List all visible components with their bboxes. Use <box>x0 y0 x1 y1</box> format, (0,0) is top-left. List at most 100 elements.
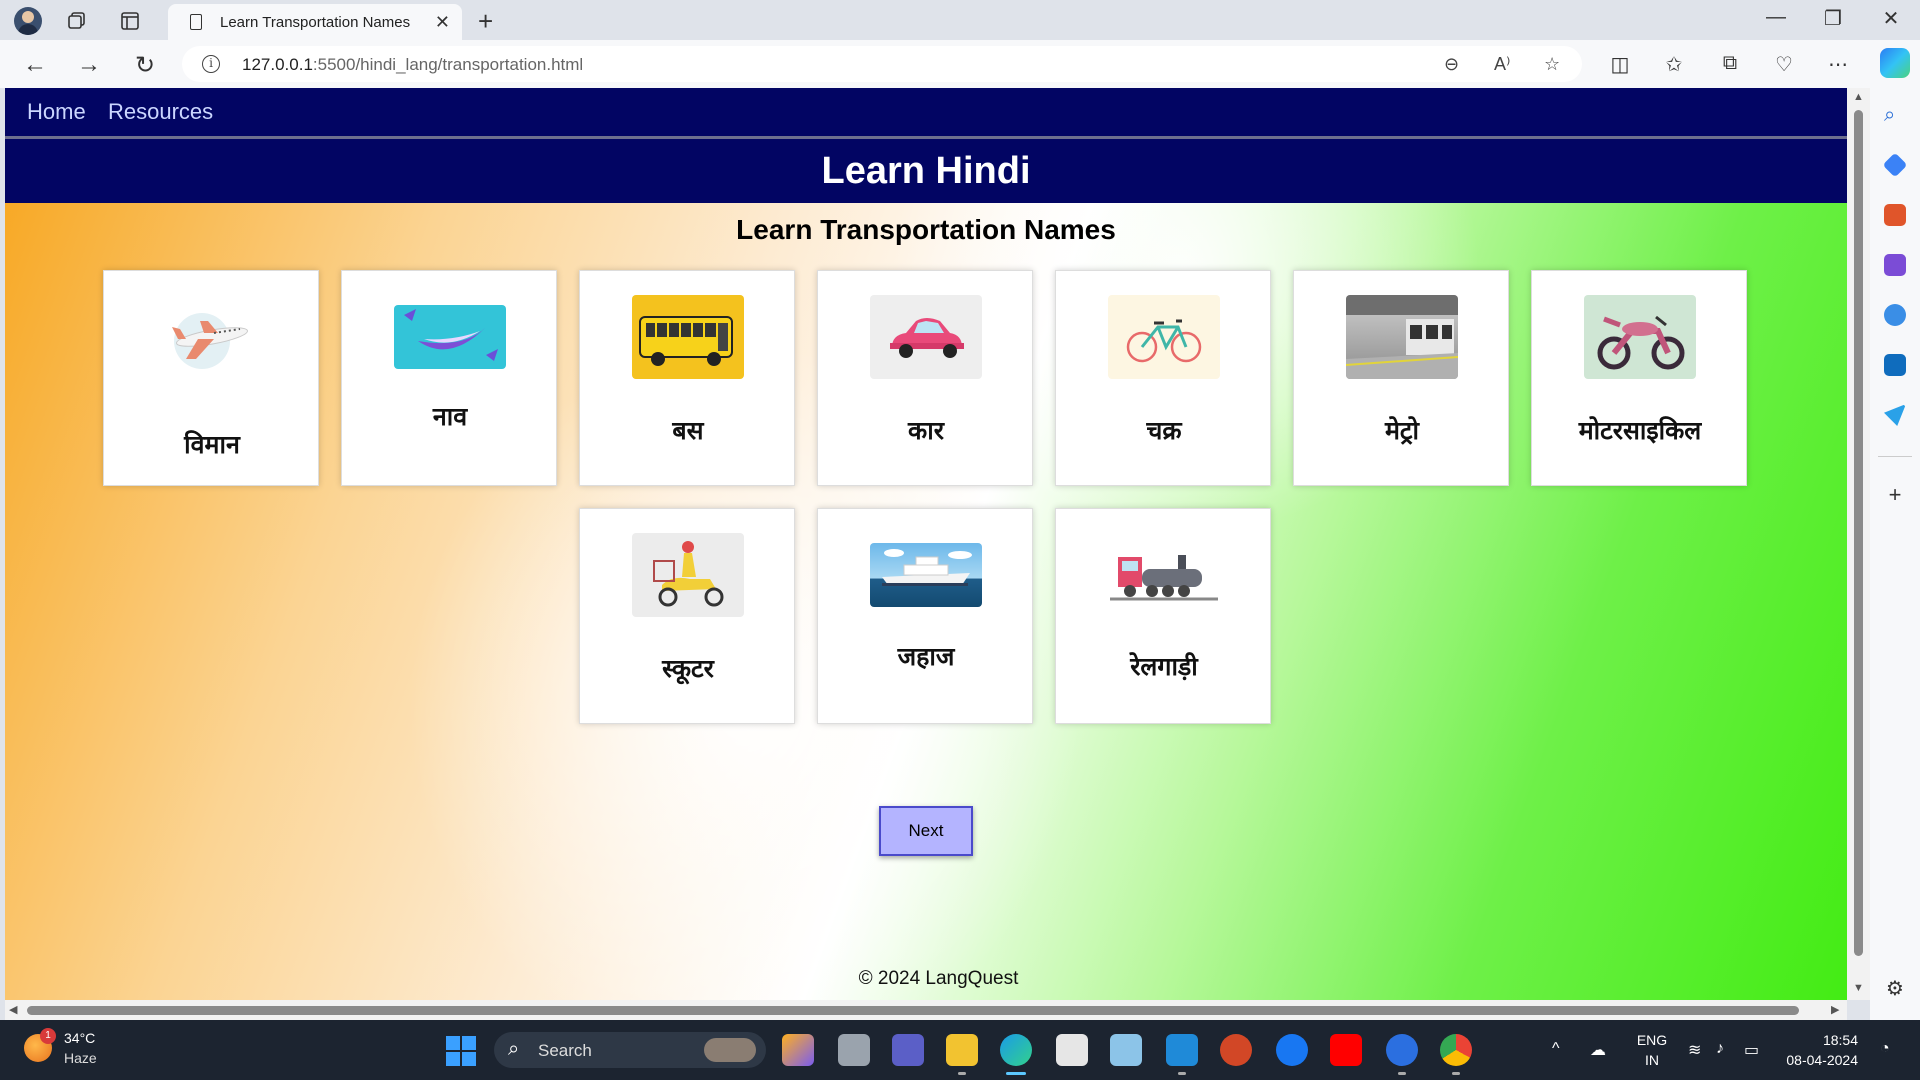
forward-icon[interactable]: → <box>74 50 104 80</box>
tab-active[interactable]: Learn Transportation Names ✕ <box>168 4 462 40</box>
workspaces-icon[interactable] <box>62 6 92 36</box>
refresh-icon[interactable]: ↻ <box>130 50 160 80</box>
page-icon <box>190 14 202 30</box>
card-motorcycle[interactable]: मोटरसाइकिल <box>1531 270 1747 486</box>
tools-icon[interactable] <box>1884 204 1906 226</box>
taskbar-search[interactable]: ⌕ Search <box>494 1032 766 1068</box>
volume-icon[interactable]: ♪ <box>1716 1040 1724 1058</box>
vertical-scroll-thumb[interactable] <box>1854 110 1863 956</box>
site-banner: Learn Hindi <box>5 139 1847 203</box>
vscode-icon[interactable] <box>1166 1034 1198 1066</box>
sidebar-divider <box>1878 456 1912 457</box>
edge-icon[interactable] <box>1000 1034 1032 1066</box>
horizontal-scroll-thumb[interactable] <box>27 1006 1799 1015</box>
input-language[interactable]: ENG IN <box>1634 1030 1670 1070</box>
start-icon[interactable] <box>446 1036 476 1066</box>
chrome-icon[interactable] <box>1440 1034 1472 1066</box>
notification-icon[interactable]: ◔ <box>1880 1040 1890 1058</box>
task-view-icon[interactable] <box>838 1034 870 1066</box>
add-icon[interactable]: + <box>1884 484 1906 506</box>
scroll-left-icon[interactable]: ◀ <box>9 1003 17 1016</box>
file-explorer-icon[interactable] <box>946 1034 978 1066</box>
back-icon[interactable]: ← <box>20 50 50 80</box>
close-window-icon[interactable]: ✕ <box>1871 6 1911 31</box>
wifi-icon[interactable]: ≋ <box>1688 1040 1701 1060</box>
collections-icon[interactable]: ⧉ <box>1716 52 1744 75</box>
running-indicator <box>958 1072 966 1075</box>
battery-icon[interactable]: ▭ <box>1744 1040 1759 1060</box>
settings-icon[interactable]: ⚙ <box>1884 978 1906 1000</box>
nav-resources-link[interactable]: Resources <box>108 99 213 125</box>
read-aloud-icon[interactable]: A⁾ <box>1494 54 1510 75</box>
address-bar[interactable]: i 127.0.0.1:5500/hindi_lang/transportati… <box>182 46 1582 82</box>
card-bus[interactable]: बस <box>579 270 795 486</box>
youtube-icon[interactable] <box>1330 1034 1362 1066</box>
favorites-icon[interactable]: ✩ <box>1660 52 1688 77</box>
browser-essentials-icon[interactable]: ♡ <box>1770 52 1798 77</box>
scroll-right-icon[interactable]: ▶ <box>1831 1003 1839 1016</box>
profile-avatar[interactable] <box>13 6 43 36</box>
nav-home-link[interactable]: Home <box>27 99 86 125</box>
card-label: स्कूटर <box>662 654 714 683</box>
bus-image <box>632 295 744 379</box>
teams-icon[interactable] <box>892 1034 924 1066</box>
system-clock[interactable]: 18:54 08-04-2024 <box>1778 1030 1858 1070</box>
bicycle-image <box>1108 295 1220 379</box>
card-ship[interactable]: जहाज <box>817 508 1033 724</box>
card-metro[interactable]: मेट्रो <box>1293 270 1509 486</box>
more-menu-icon[interactable]: ⋯ <box>1824 52 1852 77</box>
card-label: विमान <box>184 430 240 459</box>
zoom-icon[interactable]: ⊖ <box>1444 54 1459 75</box>
microsoft365-icon[interactable] <box>1884 304 1906 326</box>
weather-temperature[interactable]: 34°C <box>64 1030 95 1046</box>
windows-taskbar: 1 34°C Haze ⌕ Search ^ ☁ ENG IN ≋ ♪ ▭ 18:… <box>0 1020 1920 1080</box>
scroll-down-icon[interactable]: ▼ <box>1853 982 1864 994</box>
shopping-icon[interactable] <box>1882 152 1908 178</box>
card-scooter[interactable]: स्कूटर <box>579 508 795 724</box>
onedrive-icon[interactable]: ☁ <box>1590 1040 1606 1060</box>
running-indicator <box>1452 1072 1460 1075</box>
card-train[interactable]: रेलगाड़ी <box>1055 508 1271 724</box>
weather-condition[interactable]: Haze <box>64 1050 97 1066</box>
motorcycle-image <box>1584 295 1696 379</box>
card-bicycle[interactable]: चक्र <box>1055 270 1271 486</box>
horizontal-scrollbar[interactable]: ◀ ▶ <box>5 1000 1847 1020</box>
restore-icon[interactable]: ❐ <box>1813 6 1853 31</box>
vertical-scrollbar[interactable]: ▲ ▼ <box>1847 88 1870 1000</box>
facebook-icon[interactable] <box>1276 1034 1308 1066</box>
copilot-icon[interactable] <box>1880 48 1910 78</box>
card-car[interactable]: कार <box>817 270 1033 486</box>
close-tab-icon[interactable]: ✕ <box>435 12 450 33</box>
ship-image <box>870 543 982 607</box>
webex-icon[interactable] <box>1386 1034 1418 1066</box>
browser-toolbar: ← → ↻ i 127.0.0.1:5500/hindi_lang/transp… <box>0 40 1920 88</box>
active-indicator <box>1006 1072 1026 1075</box>
tab-actions-icon[interactable] <box>115 6 145 36</box>
site-title: Learn Hindi <box>821 150 1031 192</box>
scroll-up-icon[interactable]: ▲ <box>1853 91 1864 103</box>
store-icon[interactable] <box>1056 1034 1088 1066</box>
show-hidden-icons[interactable]: ^ <box>1552 1040 1560 1058</box>
new-tab-icon[interactable]: + <box>478 6 493 37</box>
games-icon[interactable] <box>1884 254 1906 276</box>
search-icon: ⌕ <box>508 1038 520 1060</box>
card-label: कार <box>908 416 944 445</box>
search-icon[interactable]: ⌕ <box>1884 104 1906 126</box>
running-indicator <box>1178 1072 1186 1075</box>
site-info-icon[interactable]: i <box>202 55 220 73</box>
split-screen-icon[interactable]: ◫ <box>1606 52 1634 77</box>
page-title: Learn Transportation Names <box>736 214 1116 245</box>
photos-icon[interactable] <box>1110 1034 1142 1066</box>
send-icon[interactable] <box>1884 404 1906 426</box>
card-boat[interactable]: नाव <box>341 270 557 486</box>
minimize-icon[interactable]: — <box>1756 6 1796 29</box>
card-airplane[interactable]: विमान <box>103 270 319 486</box>
copilot-app-icon[interactable] <box>782 1034 814 1066</box>
outlook-icon[interactable] <box>1884 354 1906 376</box>
powerpoint-icon[interactable] <box>1220 1034 1252 1066</box>
next-button[interactable]: Next <box>879 806 973 856</box>
favorite-star-icon[interactable]: ☆ <box>1544 54 1560 75</box>
url-text[interactable]: 127.0.0.1:5500/hindi_lang/transportation… <box>242 55 583 75</box>
airplane-image <box>156 299 268 383</box>
page-viewport: Home Resources Learn Hindi Learn Transpo… <box>5 88 1847 1000</box>
